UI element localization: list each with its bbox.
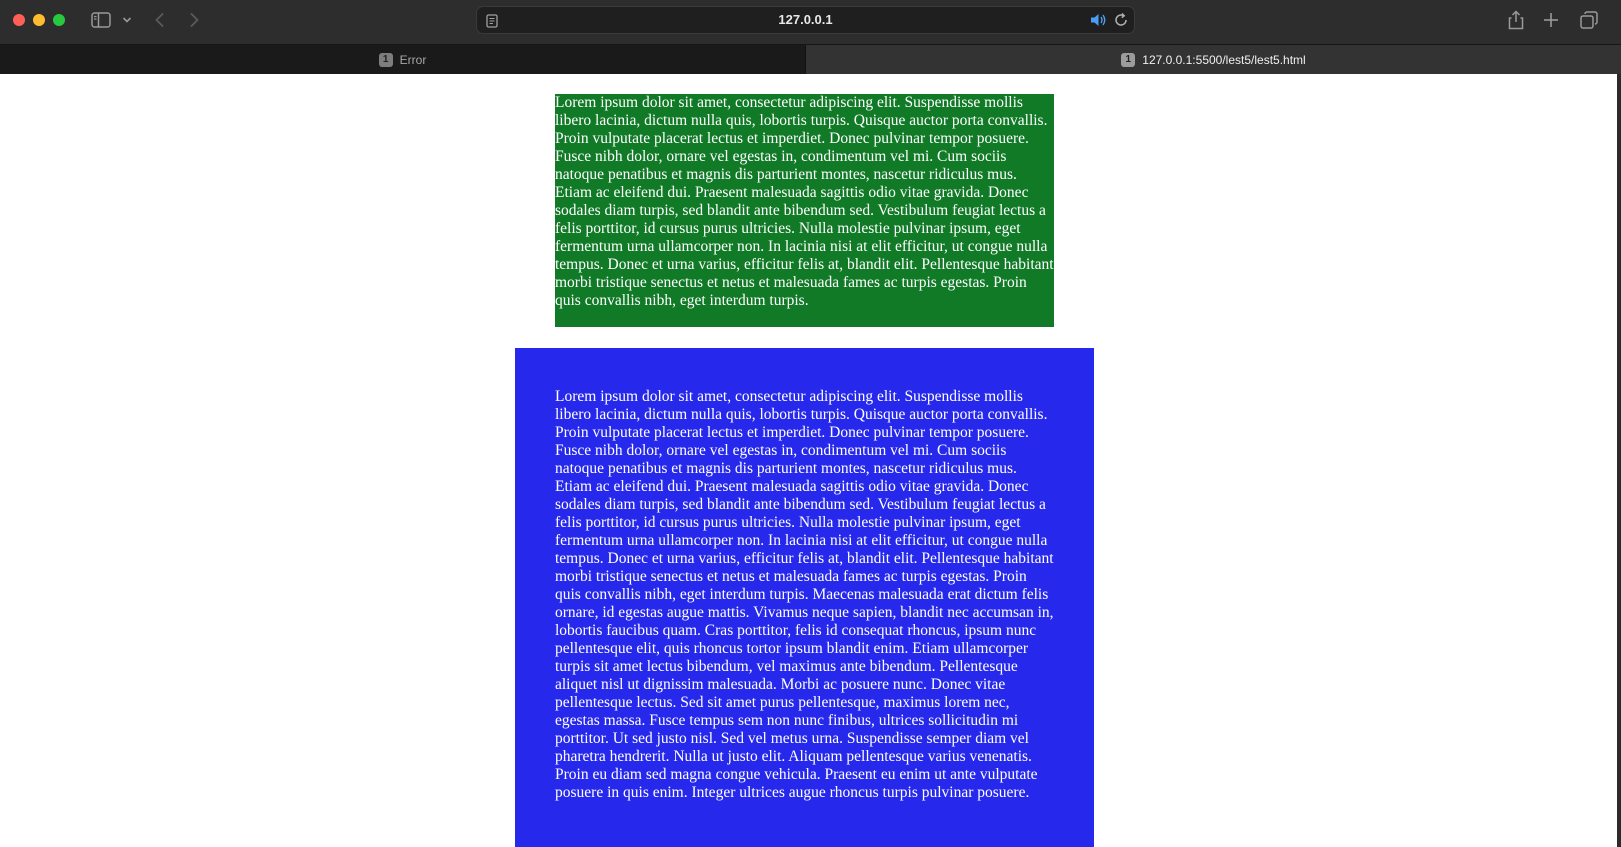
tab-lest5[interactable]: 1 127.0.0.1:5500/lest5/lest5.html [806, 45, 1621, 74]
speaker-icon[interactable] [1090, 12, 1108, 28]
blue-text-block: Lorem ipsum dolor sit amet, consectetur … [515, 348, 1094, 847]
tab-badge: 1 [1121, 52, 1136, 67]
tab-label: Error [399, 52, 427, 67]
tab-overview-icon[interactable] [1578, 8, 1600, 32]
address-bar[interactable]: 127.0.0.1 [476, 6, 1135, 34]
back-arrow-icon[interactable] [150, 8, 170, 32]
url-text[interactable]: 127.0.0.1 [477, 7, 1134, 33]
reload-icon[interactable] [1113, 12, 1129, 28]
tab-error[interactable]: 1 Error [0, 45, 806, 74]
green-block-text: Lorem ipsum dolor sit amet, consectetur … [555, 94, 1054, 309]
blue-block-text: Lorem ipsum dolor sit amet, consectetur … [555, 388, 1054, 801]
green-text-block: Lorem ipsum dolor sit amet, consectetur … [555, 94, 1054, 327]
tab-bar: 1 Error 1 127.0.0.1:5500/lest5/lest5.htm… [0, 45, 1621, 74]
minimize-window-button[interactable] [33, 14, 45, 26]
zoom-window-button[interactable] [53, 14, 65, 26]
window-edge [1617, 74, 1621, 847]
tab-label: 127.0.0.1:5500/lest5/lest5.html [1142, 52, 1306, 67]
forward-arrow-icon[interactable] [184, 8, 204, 32]
close-window-button[interactable] [13, 14, 25, 26]
browser-window: 127.0.0.1 1 Error 1 127.0.0.1:5500/lest5… [0, 0, 1621, 847]
browser-toolbar: 127.0.0.1 [0, 0, 1621, 45]
sidebar-icon[interactable] [88, 8, 114, 32]
tab-badge: 1 [378, 52, 393, 67]
share-icon[interactable] [1506, 8, 1526, 32]
plus-icon[interactable] [1541, 8, 1561, 32]
chevron-down-icon[interactable] [120, 8, 134, 32]
page-viewport[interactable]: Lorem ipsum dolor sit amet, consectetur … [0, 74, 1617, 847]
